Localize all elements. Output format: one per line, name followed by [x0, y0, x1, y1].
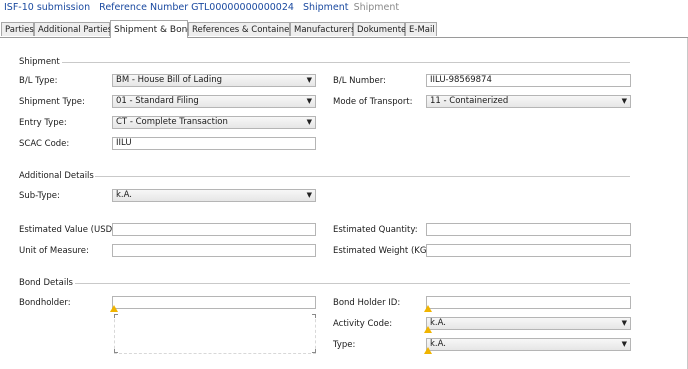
unit-of-measure-input[interactable]: [112, 244, 316, 257]
mode-of-transport-value: 11 - Containerized: [430, 96, 509, 106]
shipment-type-value: 01 - Standard Filing: [116, 96, 199, 106]
tab-shipment-bond[interactable]: Shipment & Bond: [110, 20, 193, 38]
breadcrumb-shipment-link[interactable]: Shipment: [303, 2, 349, 13]
entry-type-select[interactable]: CT - Complete Transaction ▼: [112, 116, 316, 129]
entry-type-value: CT - Complete Transaction: [116, 117, 228, 127]
corner-mark: [312, 349, 316, 353]
chevron-down-icon: ▼: [306, 76, 312, 84]
tab-bar: Parties Additional Parties Shipment & Bo…: [0, 20, 688, 38]
breadcrumb-current: Shipment: [353, 2, 400, 13]
estimated-quantity-input[interactable]: [426, 223, 631, 236]
additional-details-divider: [95, 176, 630, 177]
shipment-type-label: Shipment Type:: [19, 97, 85, 107]
entry-type-label: Entry Type:: [19, 118, 67, 128]
mode-of-transport-select[interactable]: 11 - Containerized ▼: [426, 95, 631, 108]
estimated-value-input[interactable]: [112, 223, 316, 236]
shipment-divider: [62, 62, 630, 63]
corner-mark: [114, 314, 118, 318]
bond-holder-id-input[interactable]: [426, 296, 631, 309]
tab-parties[interactable]: Parties: [1, 22, 34, 36]
chevron-down-icon: ▼: [306, 97, 312, 105]
warning-icon: [110, 305, 118, 312]
breadcrumb-isf-link[interactable]: ISF-10 submission: [4, 2, 90, 13]
shipment-section-title: Shipment: [19, 57, 60, 67]
corner-mark: [114, 349, 118, 353]
type-value: k.A.: [430, 339, 446, 349]
bl-number-label: B/L Number:: [333, 76, 386, 86]
breadcrumb-reference-link[interactable]: Reference Number GTL00000000000024: [99, 2, 294, 13]
chevron-down-icon: ▼: [621, 340, 627, 348]
bl-type-label: B/L Type:: [19, 76, 58, 86]
activity-code-label: Activity Code:: [333, 319, 393, 329]
bondholder-input[interactable]: [112, 296, 316, 309]
sub-type-select[interactable]: k.A. ▼: [112, 189, 316, 202]
additional-details-title: Additional Details: [19, 171, 94, 181]
mode-of-transport-label: Mode of Transport:: [333, 97, 413, 107]
chevron-down-icon: ▼: [621, 97, 627, 105]
tab-email[interactable]: E-Mail: [405, 22, 437, 36]
bl-type-value: BM - House Bill of Lading: [116, 75, 222, 85]
estimated-weight-label: Estimated Weight (KG):: [333, 246, 433, 256]
estimated-value-label: Estimated Value (USD):: [19, 225, 119, 235]
chevron-down-icon: ▼: [306, 118, 312, 126]
bl-number-input[interactable]: IILU-98569874: [426, 74, 631, 87]
breadcrumb: ISF-10 submission Reference Number GTL00…: [4, 1, 405, 15]
estimated-quantity-label: Estimated Quantity:: [333, 225, 418, 235]
type-select[interactable]: k.A. ▼: [426, 338, 631, 351]
warning-icon: [424, 326, 432, 333]
activity-code-value: k.A.: [430, 318, 446, 328]
warning-icon: [424, 347, 432, 354]
bond-holder-id-label: Bond Holder ID:: [333, 298, 401, 308]
estimated-weight-input[interactable]: [426, 244, 631, 257]
bondholder-details-area[interactable]: [114, 314, 316, 354]
shipment-bond-panel: Shipment B/L Type: BM - House Bill of La…: [0, 38, 688, 369]
scac-code-input[interactable]: IILU: [112, 137, 316, 150]
type-label: Type:: [333, 340, 356, 350]
tab-manufacturers[interactable]: Manufacturers: [290, 22, 355, 36]
sub-type-value: k.A.: [116, 190, 132, 200]
activity-code-select[interactable]: k.A. ▼: [426, 317, 631, 330]
warning-icon: [424, 305, 432, 312]
bondholder-label: Bondholder:: [19, 298, 71, 308]
bl-type-select[interactable]: BM - House Bill of Lading ▼: [112, 74, 316, 87]
tab-references-containers[interactable]: References & Containers: [188, 22, 297, 36]
shipment-type-select[interactable]: 01 - Standard Filing ▼: [112, 95, 316, 108]
bond-details-divider: [75, 283, 630, 284]
bond-details-title: Bond Details: [19, 278, 73, 288]
chevron-down-icon: ▼: [306, 191, 312, 199]
tab-dokumente[interactable]: Dokumente: [353, 22, 406, 36]
sub-type-label: Sub-Type:: [19, 191, 60, 201]
chevron-down-icon: ▼: [621, 319, 627, 327]
tab-additional-parties[interactable]: Additional Parties: [34, 22, 112, 36]
scac-code-label: SCAC Code:: [19, 139, 70, 149]
unit-of-measure-label: Unit of Measure:: [19, 246, 89, 256]
corner-mark: [312, 314, 316, 318]
